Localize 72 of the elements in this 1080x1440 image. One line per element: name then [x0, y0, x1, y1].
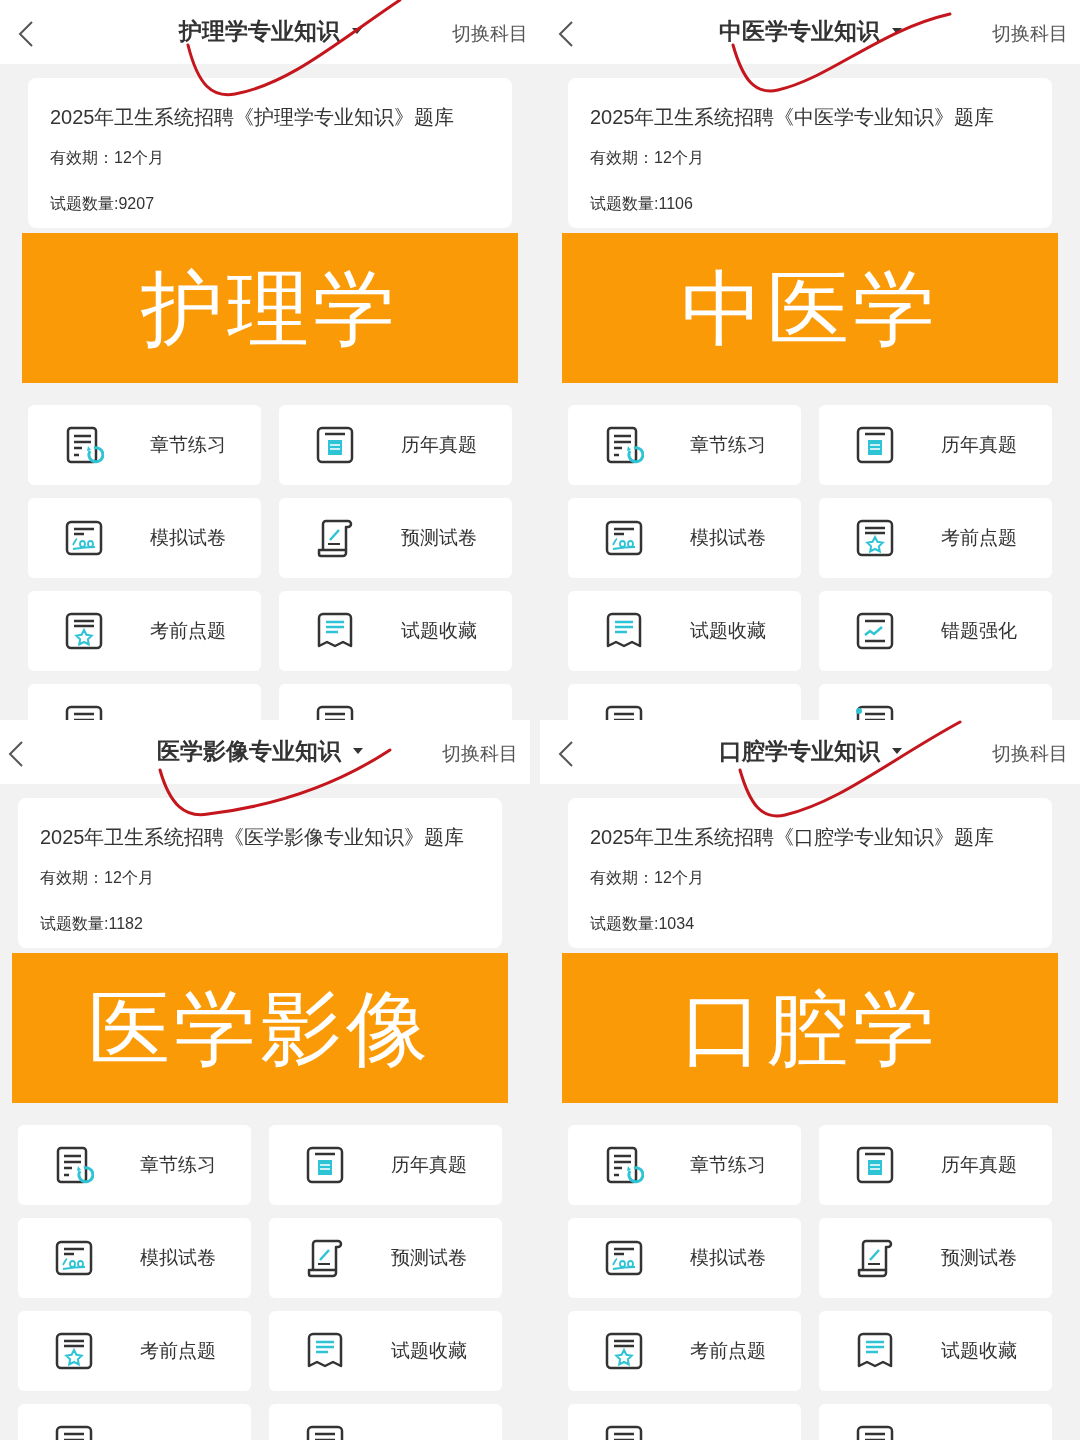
switch-subject-link[interactable]: 切换科目: [992, 740, 1068, 769]
menu-tile[interactable]: 模拟试卷: [568, 1218, 801, 1298]
dropdown-caret-icon[interactable]: [891, 748, 902, 755]
bank-title: 2025年卫生系统招聘《中医学专业知识》题库: [590, 105, 996, 130]
menu-tile[interactable]: 预测试卷: [279, 498, 512, 578]
dropdown-caret-icon[interactable]: [891, 28, 902, 35]
scroll-pen-icon: [855, 1238, 895, 1278]
menu-tile[interactable]: 历年真题: [819, 1125, 1052, 1205]
menu-tile[interactable]: 考前点题: [18, 1311, 251, 1391]
scroll-pen-icon: [305, 1238, 345, 1278]
bank-title: 2025年卫生系统招聘《医学影像专业知识》题库: [40, 825, 466, 850]
menu-tile[interactable]: 历年真题: [269, 1125, 502, 1205]
menu-tile[interactable]: 历年真题: [819, 405, 1052, 485]
dropdown-caret-icon[interactable]: [353, 748, 363, 755]
score-sheet-icon: [54, 1238, 94, 1278]
menu-tile[interactable]: 试题收藏: [568, 591, 801, 671]
switch-subject-link[interactable]: 切换科目: [442, 740, 518, 769]
back-icon[interactable]: [558, 21, 574, 47]
document-stamp-icon: [305, 1145, 345, 1185]
menu-tile[interactable]: 考前点题: [819, 498, 1052, 578]
document-refresh-icon: [604, 425, 644, 465]
bank-title: 2025年卫生系统招聘《护理学专业知识》题库: [50, 105, 456, 130]
subject-title[interactable]: 护理学专业知识: [178, 14, 340, 49]
menu-tile[interactable]: 章节练习: [568, 405, 801, 485]
subject-title[interactable]: 口腔学专业知识: [718, 734, 880, 769]
menu-tile[interactable]: 试题收藏: [269, 1311, 502, 1391]
subject-banner: 口腔学: [562, 953, 1058, 1103]
score-sheet-icon: [64, 518, 104, 558]
back-icon[interactable]: [8, 741, 24, 767]
question-count: 试题数量:1034: [590, 914, 696, 934]
menu-tile[interactable]: 模拟试卷: [18, 1218, 251, 1298]
score-sheet-icon: [604, 518, 644, 558]
menu-tile[interactable]: 错题强化: [819, 591, 1052, 671]
validity-text: 有效期：12个月: [40, 868, 155, 888]
question-count: 试题数量:1182: [40, 914, 144, 934]
validity-text: 有效期：12个月: [590, 868, 705, 888]
validity-text: 有效期：12个月: [590, 148, 705, 168]
menu-tile[interactable]: 模拟试卷: [28, 498, 261, 578]
question-count: 试题数量:9207: [50, 194, 156, 214]
document-refresh-icon: [64, 425, 104, 465]
document-stamp-icon: [315, 425, 355, 465]
switch-subject-link[interactable]: 切换科目: [452, 20, 528, 49]
menu-tile[interactable]: 试题收藏: [279, 591, 512, 671]
subject-title[interactable]: 中医学专业知识: [718, 14, 880, 49]
menu-tile[interactable]: 考前点题: [28, 591, 261, 671]
validity-text: 有效期：12个月: [50, 148, 165, 168]
menu-tile[interactable]: 章节练习: [568, 1125, 801, 1205]
document-refresh-icon: [54, 1145, 94, 1185]
menu-tile[interactable]: 章节练习: [28, 405, 261, 485]
dropdown-caret-icon[interactable]: [351, 28, 362, 35]
document-stamp-icon: [855, 425, 895, 465]
menu-tile[interactable]: 历年真题: [279, 405, 512, 485]
question-count: 试题数量:1106: [590, 194, 694, 214]
subject-title[interactable]: 医学影像专业知识: [157, 734, 341, 769]
bank-title: 2025年卫生系统招聘《口腔学专业知识》题库: [590, 825, 996, 850]
subject-banner: 中医学: [562, 233, 1058, 383]
back-icon[interactable]: [558, 741, 574, 767]
menu-tile[interactable]: 章节练习: [18, 1125, 251, 1205]
trend-chart-icon: [855, 611, 895, 651]
scroll-pen-icon: [315, 518, 355, 558]
menu-tile[interactable]: 预测试卷: [819, 1218, 1052, 1298]
score-sheet-icon: [604, 1238, 644, 1278]
subject-banner: 护理学: [22, 233, 518, 383]
document-stamp-icon: [855, 1145, 895, 1185]
menu-tile[interactable]: 考前点题: [568, 1311, 801, 1391]
menu-tile[interactable]: 预测试卷: [269, 1218, 502, 1298]
menu-tile[interactable]: 模拟试卷: [568, 498, 801, 578]
switch-subject-link[interactable]: 切换科目: [992, 20, 1068, 49]
document-refresh-icon: [604, 1145, 644, 1185]
subject-banner: 医学影像: [12, 953, 508, 1103]
menu-tile[interactable]: 试题收藏: [819, 1311, 1052, 1391]
back-icon[interactable]: [18, 21, 34, 47]
